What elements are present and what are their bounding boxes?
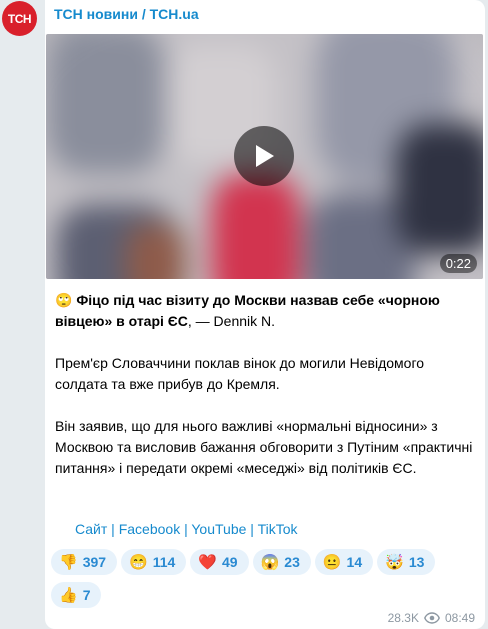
link-separator: | bbox=[246, 521, 258, 537]
paragraph-3: Він заявив, що для нього важливі «нормал… bbox=[55, 418, 473, 476]
video-duration: 0:22 bbox=[439, 254, 477, 273]
channel-name[interactable]: ТСН новини / TCH.ua bbox=[54, 6, 199, 22]
message-meta: 28.3K 08:49 bbox=[388, 611, 475, 625]
play-button[interactable] bbox=[234, 126, 294, 186]
channel-links: Сайт | Facebook | YouTube | TikTok bbox=[75, 521, 298, 537]
reaction-count: 49 bbox=[222, 554, 238, 570]
reaction-count: 13 bbox=[408, 554, 425, 570]
grin-icon: 😁 bbox=[129, 553, 148, 571]
reaction-count: 114 bbox=[152, 554, 176, 570]
paragraph-2: Прем'єр Словаччини поклав вінок до могил… bbox=[55, 355, 425, 392]
thumbs-up-icon: 👍 bbox=[59, 586, 78, 604]
headline-emoji: 🙄 bbox=[55, 292, 73, 308]
mind-blown-icon: 🤯 bbox=[385, 553, 404, 571]
reaction-count: 7 bbox=[82, 587, 91, 603]
link-site[interactable]: Сайт bbox=[75, 521, 107, 537]
reaction-count: 23 bbox=[284, 554, 300, 570]
link-separator: | bbox=[180, 521, 192, 537]
reaction-grin[interactable]: 😁 114 bbox=[121, 549, 187, 575]
reaction-neutral[interactable]: 😐 14 bbox=[314, 549, 374, 575]
reactions-bar: 👎 397 😁 114 ❤️ 49 😱 23 😐 14 🤯 13 👍 7 bbox=[51, 549, 471, 608]
link-youtube[interactable]: YouTube bbox=[191, 521, 246, 537]
reaction-thumbs-up[interactable]: 👍 7 bbox=[51, 582, 102, 608]
reaction-count: 14 bbox=[346, 554, 363, 570]
message-text: 🙄 Фіцо під час візиту до Москви назвав с… bbox=[55, 290, 475, 500]
reaction-heart[interactable]: ❤️ 49 bbox=[190, 549, 249, 575]
link-tiktok[interactable]: TikTok bbox=[258, 521, 298, 537]
reaction-thumbs-down[interactable]: 👎 397 bbox=[51, 549, 118, 575]
thumbs-down-icon: 👎 bbox=[59, 553, 78, 571]
link-separator: | bbox=[107, 521, 119, 537]
neutral-face-icon: 😐 bbox=[322, 553, 342, 571]
reaction-count: 397 bbox=[82, 554, 107, 570]
scream-icon: 😱 bbox=[260, 553, 280, 571]
message-bubble: ТСН новини / TCH.ua 0:22 🙄 Фіцо під час … bbox=[45, 0, 485, 629]
video-player[interactable]: 0:22 bbox=[46, 34, 483, 279]
channel-avatar[interactable]: ТСН bbox=[2, 1, 37, 36]
play-icon bbox=[256, 145, 274, 167]
headline: 🙄 Фіцо під час візиту до Москви назвав с… bbox=[55, 290, 475, 332]
post-time: 08:49 bbox=[444, 611, 475, 625]
view-count: 28.3K bbox=[387, 611, 419, 625]
link-facebook[interactable]: Facebook bbox=[119, 521, 180, 537]
reaction-mind-blown[interactable]: 🤯 13 bbox=[377, 549, 436, 575]
eye-icon bbox=[424, 612, 440, 624]
reaction-scream[interactable]: 😱 23 bbox=[252, 549, 311, 575]
heart-icon: ❤️ bbox=[198, 553, 218, 571]
headline-source: , — Dennik N. bbox=[187, 313, 276, 329]
